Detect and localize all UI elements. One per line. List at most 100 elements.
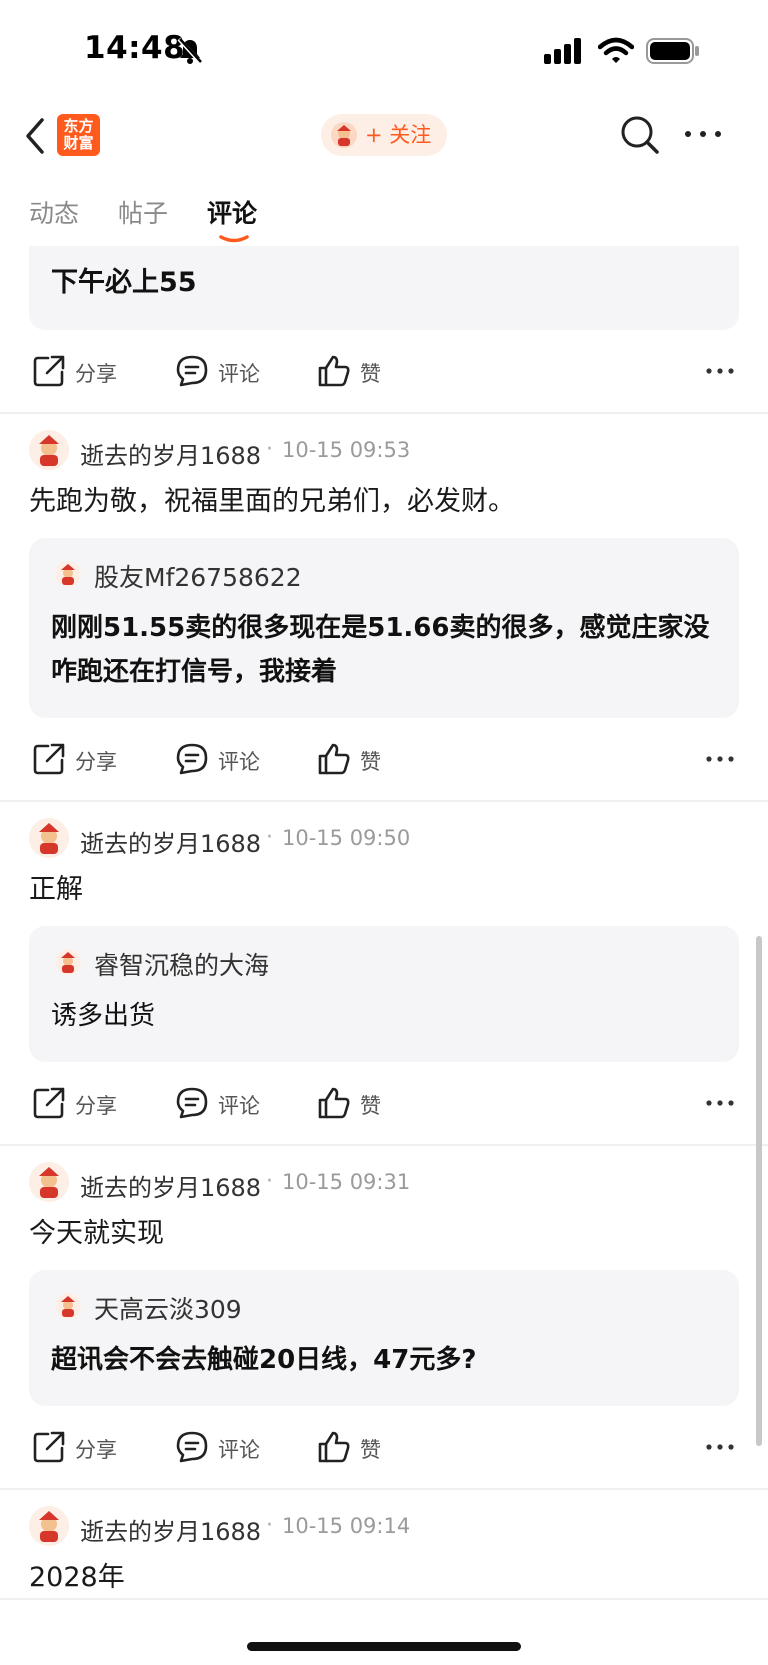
quoted-comment-text: 下午必上55 xyxy=(51,267,197,298)
author-name[interactable]: 逝去的岁月1688 xyxy=(80,436,261,471)
more-options-icon[interactable] xyxy=(683,126,723,142)
post-actions: 分享 评论 赞 xyxy=(0,718,768,800)
like-label: 赞 xyxy=(360,362,381,386)
follow-label: + 关注 xyxy=(365,123,432,147)
logo-text-top: 东方 xyxy=(63,117,94,135)
post-item: 逝去的岁月1688 · 10-15 09:50 正解 睿智沉稳的大海 诱多出货 xyxy=(0,802,768,1146)
quote-avatar xyxy=(55,1293,81,1319)
post-item: 逝去的岁月1688 · 10-15 09:31 今天就实现 天高云淡309 超讯… xyxy=(0,1146,768,1490)
quote-author-row: 睿智沉稳的大海 xyxy=(51,946,717,980)
like-label: 赞 xyxy=(360,1438,381,1462)
comment-icon xyxy=(176,1087,208,1119)
quoted-comment[interactable]: 下午必上55 xyxy=(29,246,739,330)
author-name[interactable]: 逝去的岁月1688 xyxy=(80,1512,261,1547)
comment-label: 评论 xyxy=(218,362,260,386)
search-icon[interactable] xyxy=(619,114,661,156)
post-more-icon[interactable] xyxy=(706,1442,734,1452)
post-time: 10-15 09:50 xyxy=(282,826,411,850)
share-label: 分享 xyxy=(75,1438,117,1462)
follow-avatar-icon xyxy=(331,122,357,148)
share-icon xyxy=(33,355,65,387)
home-indicator[interactable] xyxy=(247,1642,521,1651)
quote-author-name: 天高云淡309 xyxy=(94,1295,242,1324)
quoted-comment-text: 刚刚51.55卖的很多现在是51.66卖的很多，感觉庄家没咋跑还在打信号，我接着 xyxy=(51,613,710,687)
avatar[interactable] xyxy=(29,1506,69,1546)
post-item: 下午必上55 分享 评论 赞 xyxy=(0,246,768,414)
quoted-comment[interactable]: 股友Mf26758622 刚刚51.55卖的很多现在是51.66卖的很多，感觉庄… xyxy=(29,538,739,718)
quote-author-row: 天高云淡309 xyxy=(51,1290,717,1324)
logo-text-bottom: 财富 xyxy=(63,134,94,152)
post-actions: 分享 评论 赞 xyxy=(0,1062,768,1144)
post-actions: 分享 评论 赞 xyxy=(0,1406,768,1488)
scrollbar[interactable] xyxy=(756,936,762,1446)
separator-dot: · xyxy=(266,825,273,850)
battery-icon xyxy=(646,38,699,64)
share-label: 分享 xyxy=(75,1094,117,1118)
app-logo: 东方 财富 xyxy=(57,114,100,156)
comment-label: 评论 xyxy=(218,1094,260,1118)
avatar[interactable] xyxy=(29,1162,69,1202)
author-name[interactable]: 逝去的岁月1688 xyxy=(80,824,261,859)
quote-author-name: 睿智沉稳的大海 xyxy=(94,951,270,980)
post-text: 2028年 xyxy=(29,1562,125,1593)
avatar[interactable] xyxy=(29,430,69,470)
quote-avatar xyxy=(55,561,81,587)
share-label: 分享 xyxy=(75,362,117,386)
profile-tabs: 动态 帖子 评论 xyxy=(0,180,768,244)
share-icon xyxy=(33,743,65,775)
quoted-comment-text: 诱多出货 xyxy=(51,1001,156,1031)
quoted-comment[interactable]: 睿智沉稳的大海 诱多出货 xyxy=(29,926,739,1062)
author-name[interactable]: 逝去的岁月1688 xyxy=(80,1168,261,1203)
share-icon xyxy=(33,1087,65,1119)
post-more-icon[interactable] xyxy=(706,366,734,376)
cellular-signal-icon xyxy=(544,38,581,64)
post-more-icon[interactable] xyxy=(706,754,734,764)
post-text: 今天就实现 xyxy=(29,1218,164,1249)
tab-comments[interactable]: 评论 xyxy=(207,194,257,230)
status-bar: 14:48 xyxy=(0,0,768,100)
active-tab-indicator xyxy=(219,235,249,243)
status-time: 14:48 xyxy=(84,30,186,66)
separator-dot: · xyxy=(266,1513,273,1538)
author-row: 逝去的岁月1688 · 10-15 09:53 xyxy=(0,414,768,482)
comment-label: 评论 xyxy=(218,1438,260,1462)
post-time: 10-15 09:14 xyxy=(282,1514,411,1538)
separator-dot: · xyxy=(266,1169,273,1194)
like-label: 赞 xyxy=(360,1094,381,1118)
thumbs-up-icon xyxy=(318,1087,350,1119)
post-text: 正解 xyxy=(29,874,83,905)
post-time: 10-15 09:31 xyxy=(282,1170,411,1194)
post-item: 逝去的岁月1688 · 10-15 09:14 2028年 xyxy=(0,1490,768,1600)
post-text: 先跑为敬，祝福里面的兄弟们，必发财。 xyxy=(29,486,515,517)
comment-icon xyxy=(176,1431,208,1463)
comment-feed[interactable]: 下午必上55 分享 评论 赞 逝去的岁月1688 · 10-15 09:53 先… xyxy=(0,246,768,1665)
share-icon xyxy=(33,1431,65,1463)
tab-posts[interactable]: 帖子 xyxy=(118,194,168,230)
comment-label: 评论 xyxy=(218,750,260,774)
wifi-icon xyxy=(598,37,634,63)
quote-author-row: 股友Mf26758622 xyxy=(51,558,717,592)
post-actions: 分享 评论 赞 xyxy=(0,330,768,412)
post-item: 逝去的岁月1688 · 10-15 09:53 先跑为敬，祝福里面的兄弟们，必发… xyxy=(0,414,768,802)
tab-dynamic[interactable]: 动态 xyxy=(29,194,79,230)
post-more-icon[interactable] xyxy=(706,1098,734,1108)
comment-icon xyxy=(176,743,208,775)
separator-dot: · xyxy=(266,437,273,462)
thumbs-up-icon xyxy=(318,743,350,775)
quote-author-name: 股友Mf26758622 xyxy=(94,563,302,592)
like-label: 赞 xyxy=(360,750,381,774)
author-row: 逝去的岁月1688 · 10-15 09:31 xyxy=(0,1146,768,1214)
thumbs-up-icon xyxy=(318,1431,350,1463)
author-row: 逝去的岁月1688 · 10-15 09:14 xyxy=(0,1490,768,1558)
quote-avatar xyxy=(55,949,81,975)
back-chevron-icon[interactable] xyxy=(22,116,48,156)
follow-button[interactable]: + 关注 xyxy=(321,114,447,156)
share-label: 分享 xyxy=(75,750,117,774)
author-row: 逝去的岁月1688 · 10-15 09:50 xyxy=(0,802,768,870)
quoted-comment-text: 超讯会不会去触碰20日线，47元多? xyxy=(51,1345,477,1375)
comment-icon xyxy=(176,355,208,387)
avatar[interactable] xyxy=(29,818,69,858)
post-time: 10-15 09:53 xyxy=(282,438,411,462)
quoted-comment[interactable]: 天高云淡309 超讯会不会去触碰20日线，47元多? xyxy=(29,1270,739,1406)
thumbs-up-icon xyxy=(318,355,350,387)
